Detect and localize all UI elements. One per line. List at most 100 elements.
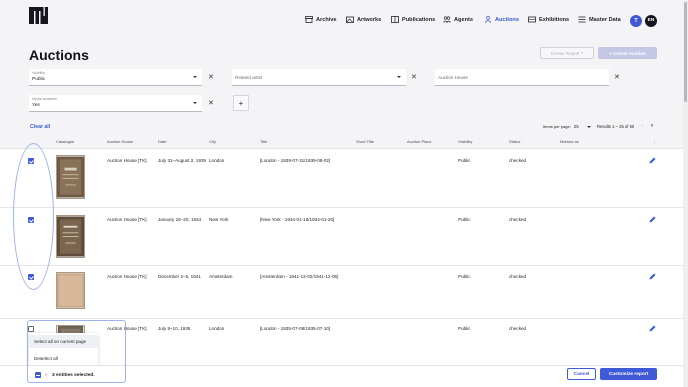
- nav-label: Publications: [402, 16, 436, 23]
- clear-visibility-icon[interactable]: ✕: [208, 74, 214, 81]
- customize-report-button[interactable]: Customize report: [600, 368, 657, 380]
- auction-icon: [484, 16, 492, 23]
- title-cell: [New York - 1934-01-16/1934-01-20]: [260, 217, 335, 222]
- table-row[interactable]: Auction House [TK] July 31–August 2, 193…: [0, 148, 688, 207]
- auction-house-cell: Auction House [TK]: [107, 158, 147, 163]
- visibility-cell: Public: [458, 158, 471, 163]
- column-header[interactable]: Visibility: [458, 139, 472, 144]
- list-icon: [578, 16, 586, 23]
- page-title: Auctions: [29, 47, 89, 63]
- date-cell: July 8–10, 1935: [158, 326, 191, 331]
- auction-house-placeholder: Auction House: [438, 74, 468, 80]
- edit-pencil-icon[interactable]: [649, 273, 656, 280]
- catalogue-thumbnail[interactable]: [56, 215, 85, 258]
- publication-icon: [391, 16, 399, 23]
- nav-item-publications[interactable]: Publications: [391, 16, 435, 23]
- nav-item-exhibitions[interactable]: Exhibitions: [528, 16, 569, 23]
- agents-icon: [443, 16, 451, 23]
- clear-related-artist-icon[interactable]: ✕: [411, 74, 417, 81]
- nav-label: Archive: [316, 16, 337, 23]
- table-row[interactable]: Auction House [TK] January 16–20, 1934 N…: [0, 207, 688, 265]
- next-page-icon[interactable]: ›: [651, 123, 653, 129]
- related-artist-select[interactable]: Related artist: [232, 69, 406, 86]
- status-cell: checked: [509, 158, 527, 163]
- nav-label: Exhibitions: [539, 16, 570, 23]
- scrollbar-thumb[interactable]: [684, 2, 687, 102]
- chevron-down-icon: ▾: [581, 51, 584, 55]
- auction-house-cell: Auction House [TK]: [107, 217, 147, 222]
- title-cell: [Amsterdam - 1941-12-02/1941-12-05]: [260, 274, 339, 279]
- media-available-value: Yes: [32, 102, 40, 108]
- table-row[interactable]: Auction House [TK] December 2–5, 1941 Am…: [0, 265, 688, 318]
- nav-item-artworks[interactable]: Artworks: [346, 16, 381, 23]
- nav-label: Agents: [454, 16, 473, 23]
- items-per-page-label: Items per page:: [543, 124, 571, 129]
- edit-pencil-icon[interactable]: [649, 325, 656, 332]
- visibility-cell: Public: [458, 326, 471, 331]
- visibility-cell: Public: [458, 217, 471, 222]
- table-header: Catalogue Auction House Date City Title …: [0, 137, 688, 147]
- related-artist-placeholder: Related artist: [235, 74, 263, 80]
- create-report-button[interactable]: Create Report ▾: [540, 47, 594, 59]
- nav-label: Master Data: [589, 16, 621, 23]
- clear-media-icon[interactable]: ✕: [208, 100, 214, 107]
- auction-house-cell: Auction House [TK]: [107, 274, 147, 279]
- nav-label: Auctions: [495, 16, 519, 23]
- column-header[interactable]: Title: [260, 139, 267, 144]
- catalogue-thumbnail[interactable]: [56, 155, 85, 199]
- create-auction-button[interactable]: + Create Auction: [598, 47, 657, 59]
- city-cell: New York: [209, 217, 229, 222]
- selection-highlight-annotation: [27, 320, 126, 383]
- edit-pencil-icon[interactable]: [649, 216, 656, 223]
- status-cell: checked: [509, 217, 527, 222]
- add-filter-button[interactable]: +: [233, 95, 249, 111]
- nav-item-agents[interactable]: Agents: [443, 16, 473, 23]
- edit-pencil-icon[interactable]: [649, 157, 656, 164]
- title-cell: [London - 1935-07-08/1935-07-10]: [260, 326, 331, 331]
- visibility-cell: Public: [458, 274, 471, 279]
- user-avatar[interactable]: T: [630, 15, 642, 27]
- column-header[interactable]: Marked as: [560, 139, 579, 144]
- nav-label: Artworks: [357, 16, 382, 23]
- title-cell: [London - 1939-07-31/1939-08-02]: [260, 158, 331, 163]
- chevron-down-icon: [193, 76, 197, 78]
- language-switcher[interactable]: EN: [645, 15, 657, 27]
- nav-item-archive[interactable]: Archive: [305, 16, 337, 23]
- city-cell: London: [209, 158, 225, 163]
- exhibition-icon: [528, 16, 536, 23]
- items-per-page[interactable]: Items per page: 25: [543, 124, 591, 129]
- column-header[interactable]: Short Title: [356, 139, 374, 144]
- nav-item-master-data[interactable]: Master Data: [578, 16, 621, 23]
- media-available-select[interactable]: Media available Yes: [29, 95, 202, 112]
- items-per-page-value: 25: [573, 124, 579, 129]
- chevron-down-icon: [193, 102, 197, 104]
- nav-item-auctions[interactable]: Auctions: [484, 16, 519, 23]
- city-cell: London: [209, 326, 225, 331]
- column-header[interactable]: Date: [158, 139, 166, 144]
- date-cell: July 31–August 2, 1939: [158, 158, 207, 163]
- column-header[interactable]: Auction Place: [407, 139, 431, 144]
- auction-house-input[interactable]: Auction House: [435, 69, 609, 86]
- artwork-icon: [346, 16, 354, 23]
- visibility-select[interactable]: Visibility Public: [29, 69, 202, 86]
- status-cell: checked: [509, 326, 527, 331]
- create-report-label: Create Report: [550, 50, 580, 56]
- results-count: Results 1 – 25 of 60: [597, 124, 635, 129]
- clear-auction-house-icon[interactable]: ✕: [614, 74, 620, 81]
- visibility-value: Public: [32, 76, 46, 82]
- column-header[interactable]: Catalogue: [56, 139, 74, 144]
- cancel-button[interactable]: Cancel: [567, 368, 596, 380]
- chevron-down-icon: [586, 125, 591, 128]
- visibility-label: Visibility: [32, 71, 45, 75]
- city-cell: Amsterdam: [209, 274, 233, 279]
- column-header[interactable]: City: [209, 139, 216, 144]
- previous-page-icon[interactable]: ‹: [641, 123, 643, 129]
- catalogue-thumbnail[interactable]: [56, 272, 85, 309]
- checkbox-highlight-annotation: [13, 143, 54, 290]
- app-logo[interactable]: [29, 7, 48, 24]
- media-available-label: Media available: [32, 97, 57, 101]
- column-menu-icon[interactable]: ⋮: [652, 139, 657, 145]
- column-header[interactable]: Status: [509, 139, 520, 144]
- column-header[interactable]: Auction House: [107, 139, 133, 144]
- clear-all-link[interactable]: Clear all: [30, 124, 50, 130]
